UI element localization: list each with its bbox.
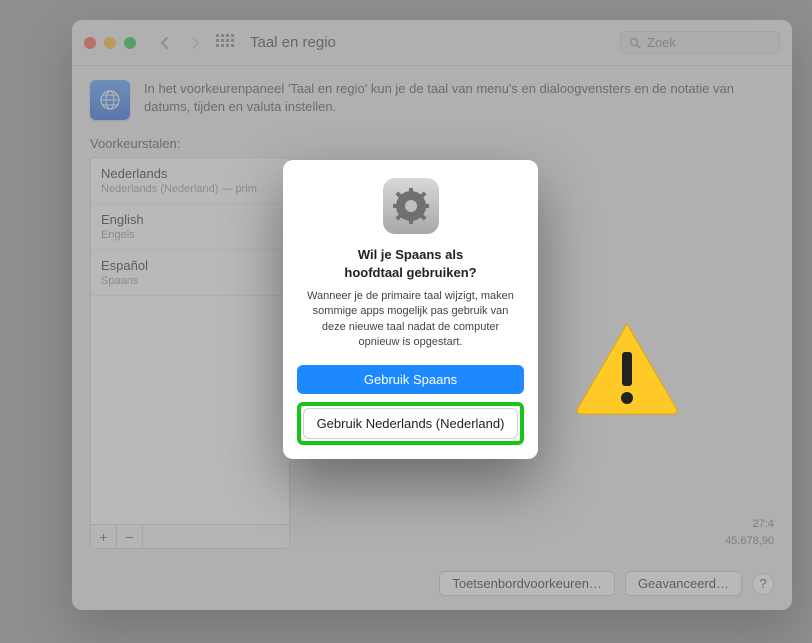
warning-annotation-icon [572,318,682,418]
globe-flag-icon [90,80,130,120]
dialog-title: Wil je Spaans als hoofdtaal gebruiken? [297,246,524,281]
annotation-highlight: Gebruik Nederlands (Nederland) [297,402,524,445]
keyboard-preferences-button[interactable]: Toetsenbordvoorkeuren… [439,571,615,596]
minimize-window-button[interactable] [104,37,116,49]
sample-time: 27:4 [310,516,774,533]
remove-language-button[interactable]: − [117,525,143,548]
grid-icon [216,34,234,52]
titlebar: Taal en regio Zoek [72,20,792,66]
search-field[interactable]: Zoek [620,31,780,54]
dialog-body: Wanneer je de primaire taal wijzigt, mak… [301,289,520,351]
sample-number: 45.678,90 [310,533,774,550]
show-all-button[interactable] [214,32,236,54]
languages-list[interactable]: Nederlands Nederlands (Nederland) — prim… [90,157,290,525]
languages-column: Voorkeurstalen: Nederlands Nederlands (N… [90,136,290,549]
forward-button[interactable] [184,32,206,54]
zoom-window-button[interactable] [124,37,136,49]
footer: Toetsenbordvoorkeuren… Geavanceerd… ? [72,561,792,610]
close-window-button[interactable] [84,37,96,49]
languages-footer: + − [90,525,290,549]
pane-header: In het voorkeurenpaneel 'Taal en regio' … [90,80,774,120]
list-item[interactable]: Español Spaans [91,250,289,296]
system-preferences-icon [383,178,439,234]
window-controls [84,37,136,49]
language-name: Español [101,258,279,273]
search-placeholder: Zoek [647,35,676,50]
pane-description: In het voorkeurenpaneel 'Taal en regio' … [144,80,774,116]
add-language-button[interactable]: + [91,525,117,548]
window-title: Taal en regio [250,34,336,51]
use-dutch-button[interactable]: Gebruik Nederlands (Nederland) [303,408,518,439]
language-sub: Engels [101,229,279,241]
language-sub: Spaans [101,275,279,287]
confirm-dialog: Wil je Spaans als hoofdtaal gebruiken? W… [283,160,538,459]
language-sub: Nederlands (Nederland) — prim [101,183,279,195]
list-item[interactable]: Nederlands Nederlands (Nederland) — prim [91,158,289,204]
language-name: Nederlands [101,166,279,181]
back-button[interactable] [154,32,176,54]
language-name: English [101,212,279,227]
help-button[interactable]: ? [752,573,774,595]
advanced-button[interactable]: Geavanceerd… [625,571,742,596]
list-item[interactable]: English Engels [91,204,289,250]
use-spanish-button[interactable]: Gebruik Spaans [297,365,524,394]
search-icon [629,37,641,49]
languages-label: Voorkeurstalen: [90,136,290,151]
